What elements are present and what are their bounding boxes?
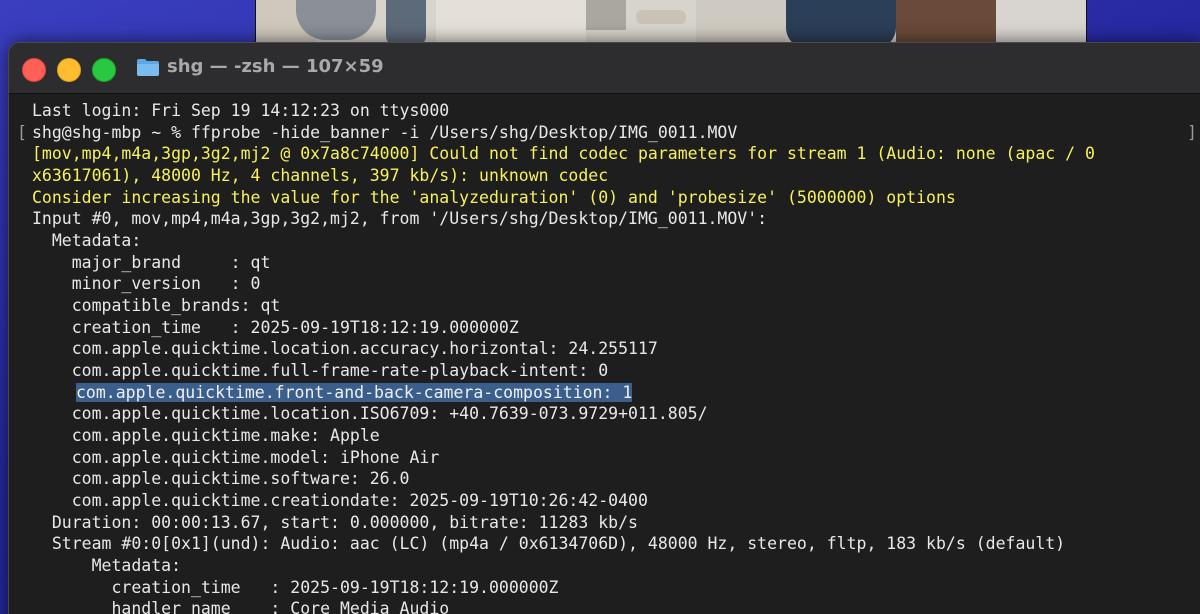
folder-icon bbox=[137, 59, 159, 76]
terminal-line: com.apple.quicktime.model: iPhone Air bbox=[32, 448, 440, 467]
terminal-line: Duration: 00:00:13.67, start: 0.000000, … bbox=[32, 513, 638, 532]
terminal-window[interactable]: shg — -zsh — 107×59 [ ] Last login: Fri … bbox=[8, 42, 1200, 614]
terminal-line: com.apple.quicktime.software: 26.0 bbox=[32, 469, 410, 488]
selected-line-wrapper: com.apple.quicktime.front-and-back-camer… bbox=[76, 382, 633, 404]
warning-line: Consider increasing the value for the 'a… bbox=[32, 188, 956, 207]
terminal-line: Input #0, mov,mp4,m4a,3gp,3g2,mj2, from … bbox=[32, 209, 768, 228]
terminal-line: com.apple.quicktime.full-frame-rate-play… bbox=[32, 361, 609, 380]
terminal-line: major_brand : qt bbox=[32, 253, 271, 272]
terminal-line: com.apple.quicktime.creationdate: 2025-0… bbox=[32, 491, 648, 510]
prompt-marker-left: [ bbox=[17, 123, 27, 142]
terminal-line: Last login: Fri Sep 19 14:12:23 on ttys0… bbox=[32, 101, 450, 120]
terminal-line: com.apple.quicktime.location.accuracy.ho… bbox=[32, 339, 658, 358]
warning-line: [mov,mp4,m4a,3gp,3g2,mj2 @ 0x7a8c74000] … bbox=[32, 144, 1095, 163]
terminal-line: handler_name : Core Media Audio bbox=[32, 599, 450, 614]
terminal-line: Stream #0:0[0x1](und): Audio: aac (LC) (… bbox=[32, 534, 1066, 553]
title-bar[interactable]: shg — -zsh — 107×59 bbox=[9, 43, 1200, 94]
terminal-line: com.apple.quicktime.location.ISO6709: +4… bbox=[32, 404, 708, 423]
window-title: shg — -zsh — 107×59 bbox=[167, 56, 384, 77]
terminal-output[interactable]: [ ] Last login: Fri Sep 19 14:12:23 on t… bbox=[9, 94, 1200, 614]
terminal-line: Metadata: bbox=[32, 556, 182, 575]
terminal-line: creation_time : 2025-09-19T18:12:19.0000… bbox=[32, 318, 519, 337]
terminal-line: compatible_brands: qt bbox=[32, 296, 281, 315]
terminal-line: creation_time : 2025-09-19T18:12:19.0000… bbox=[32, 578, 559, 597]
close-button[interactable] bbox=[22, 58, 46, 82]
terminal-line: Metadata: bbox=[32, 231, 142, 250]
minimize-button[interactable] bbox=[57, 58, 81, 82]
terminal-line: com.apple.quicktime.make: Apple bbox=[32, 426, 380, 445]
prompt-marker-right: ] bbox=[1187, 123, 1197, 142]
terminal-line: minor_version : 0 bbox=[32, 274, 261, 293]
selected-text[interactable]: com.apple.quicktime.front-and-back-camer… bbox=[76, 383, 633, 402]
command-line: shg@shg-mbp ~ % ffprobe -hide_banner -i … bbox=[32, 123, 738, 142]
warning-line: x63617061), 48000 Hz, 4 channels, 397 kb… bbox=[32, 166, 609, 185]
background-photo-window bbox=[255, 0, 1087, 48]
maximize-button[interactable] bbox=[92, 58, 116, 82]
